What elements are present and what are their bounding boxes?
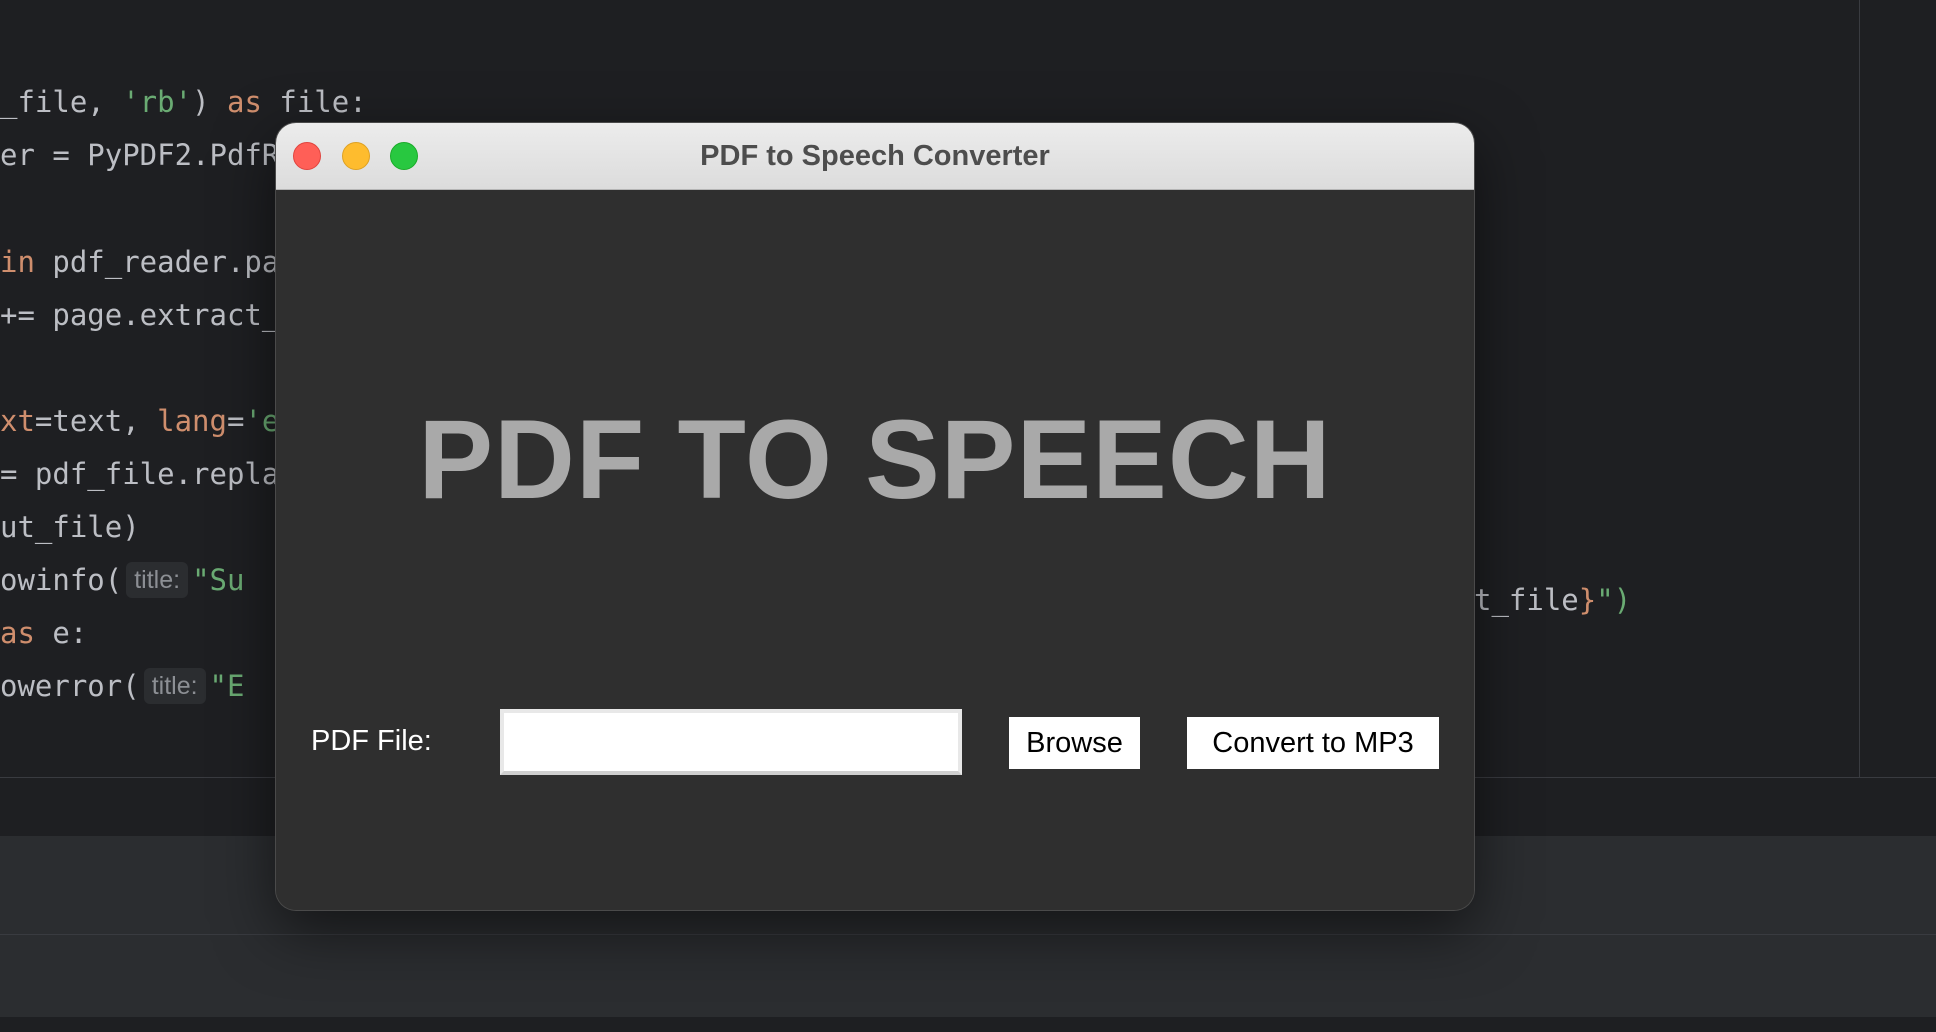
code-line: ut_file): [0, 507, 140, 547]
code-token: in: [0, 245, 35, 279]
code-token: "E: [209, 669, 245, 703]
maximize-window-button[interactable]: [390, 142, 418, 170]
code-line: _file, 'rb') as file:: [0, 82, 367, 122]
code-token: owinfo(: [0, 563, 123, 597]
code-token: owerror(: [0, 669, 140, 703]
browse-button[interactable]: Browse: [1009, 717, 1140, 769]
status-area: [0, 935, 1936, 1017]
parameter-hint: title:: [126, 562, 189, 598]
code-token: =text,: [34, 404, 158, 438]
app-heading: PDF TO SPEECH: [418, 397, 1332, 522]
code-token: file:: [261, 85, 367, 119]
minimize-window-button[interactable]: [342, 142, 370, 170]
pdf-file-input[interactable]: [500, 709, 962, 775]
window-content: [276, 190, 1474, 910]
code-token: e:: [34, 616, 88, 650]
code-token: "Su: [192, 563, 245, 597]
code-token: _file,: [0, 85, 123, 119]
code-token: as: [226, 85, 262, 119]
status-bar: [0, 1017, 1936, 1032]
title-bar[interactable]: PDF to Speech Converter: [276, 123, 1474, 190]
code-token: ): [192, 85, 227, 119]
code-token: xt: [0, 404, 35, 438]
close-window-button[interactable]: [293, 142, 321, 170]
code-line: owinfo(title: "Su: [0, 560, 244, 600]
code-line: as e:: [0, 613, 87, 653]
pdf-file-label: PDF File:: [311, 725, 432, 757]
convert-to-mp3-button[interactable]: Convert to MP3: [1187, 717, 1439, 769]
code-token: ut_file): [0, 510, 140, 544]
code-token: lang: [157, 404, 227, 438]
window-title: PDF to Speech Converter: [700, 140, 1050, 172]
parameter-hint: title:: [143, 668, 206, 704]
code-line-fragment: t_file}"): [1474, 583, 1632, 617]
editor-right-gutter: [1860, 0, 1936, 778]
code-token: as: [0, 616, 35, 650]
code-line: owerror(title: "E: [0, 666, 244, 706]
code-token: 'rb': [122, 85, 193, 119]
code-token: =: [226, 404, 245, 438]
